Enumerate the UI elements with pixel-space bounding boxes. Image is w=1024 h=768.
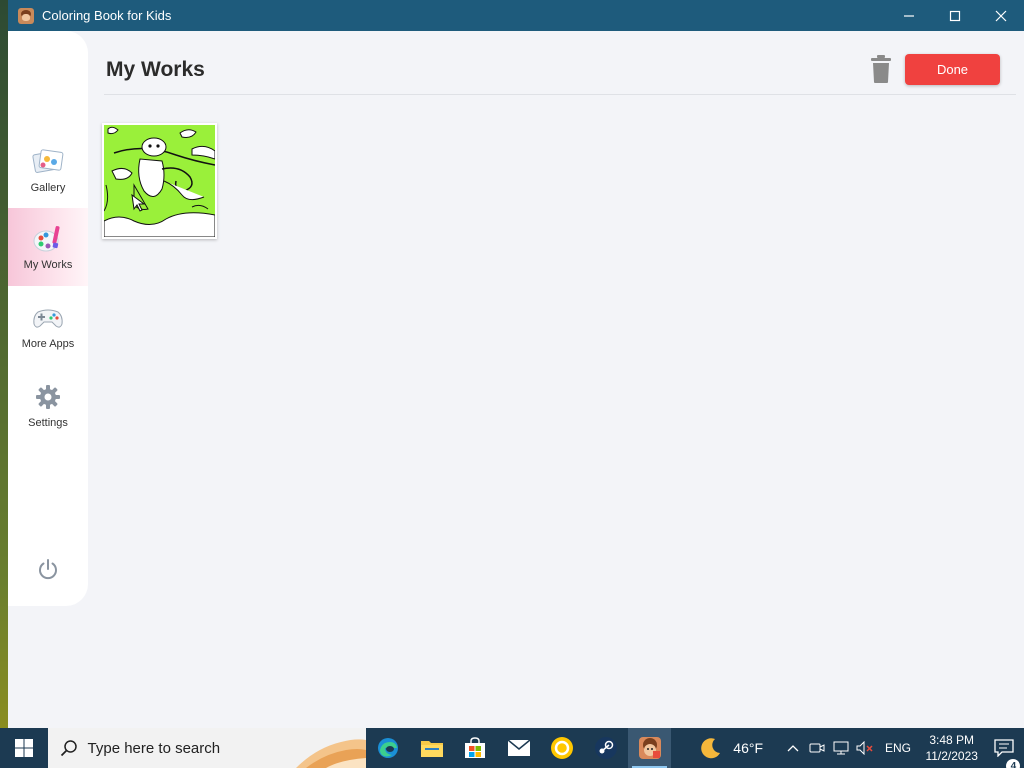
show-hidden-icons-button[interactable] [781,744,805,752]
weather-temperature: 46°F [733,740,764,756]
close-icon [995,10,1007,21]
desktop-background [0,0,8,728]
trash-icon [871,55,891,83]
search-highlight-image [296,739,367,768]
tray-meet-now[interactable] [805,741,829,755]
window-title: Coloring Book for Kids [42,8,172,23]
artwork-image [104,125,215,237]
taskbar-steam[interactable] [584,728,628,768]
start-button[interactable] [0,728,48,768]
gallery-icon [31,146,65,178]
windows-icon [14,739,33,757]
network-icon [833,741,849,755]
system-tray: ENG [781,741,911,755]
video-icon [809,743,825,753]
notification-center-button[interactable]: 4 [984,739,1024,768]
app-logo-icon [18,7,34,24]
sidebar-item-my-works[interactable]: My Works [8,208,88,286]
taskbar-mail[interactable] [497,728,541,768]
store-icon [465,737,486,758]
mail-icon [507,739,531,756]
notification-count-badge: 4 [1006,759,1021,768]
app-window: Coloring Book for Kids Gallery My Works … [8,0,1024,728]
coloring-book-icon [638,737,661,759]
header-divider [104,94,1016,95]
search-placeholder: Type here to search [87,739,221,757]
maximize-icon [949,10,961,21]
notification-icon [994,739,1014,757]
norton-icon [551,737,574,759]
taskbar-search-box[interactable]: Type here to search [47,728,367,768]
taskbar-coloring-book[interactable] [627,728,672,768]
taskbar-store[interactable] [453,728,497,768]
taskbar: Type here to search 46°F ENG 3:48 PM 11/… [0,728,1024,768]
page-title: My Works [106,58,205,81]
gear-icon [31,381,65,413]
taskbar-edge[interactable] [366,728,410,768]
clock-time: 3:48 PM [929,733,975,747]
power-button[interactable] [36,557,60,581]
minimize-icon [904,14,914,17]
clock-date: 11/2/2023 [925,749,978,763]
taskbar-norton[interactable] [541,728,585,768]
sidebar-item-more-apps[interactable]: More Apps [8,287,88,365]
sidebar-item-label: Settings [28,417,68,429]
tray-network[interactable] [829,741,853,755]
edge-icon [378,738,399,758]
clock[interactable]: 3:48 PM 11/2/2023 [919,732,984,764]
weather-widget[interactable]: 46°F [699,736,763,760]
artwork-thumbnail[interactable] [102,123,217,239]
sidebar-item-label: My Works [23,259,73,271]
file-explorer-icon [420,741,443,757]
tray-volume[interactable] [853,741,877,755]
power-icon [39,559,57,580]
gamepad-icon [31,302,65,334]
delete-button[interactable] [870,54,892,84]
sidebar: Gallery My Works More Apps Settings [8,31,88,606]
volume-muted-icon [856,741,873,755]
sidebar-item-settings[interactable]: Settings [8,366,88,444]
sidebar-item-gallery[interactable]: Gallery [8,131,88,209]
taskbar-file-explorer[interactable] [410,728,454,768]
language-indicator[interactable]: ENG [885,741,911,755]
sidebar-item-label: Gallery [30,182,66,194]
chevron-up-icon [787,745,799,752]
sidebar-item-label: More Apps [21,338,75,350]
palette-icon [31,223,65,255]
close-button[interactable] [978,0,1024,31]
title-bar: Coloring Book for Kids [8,0,1024,31]
steam-icon [594,737,617,759]
search-icon [60,740,77,757]
done-button[interactable]: Done [905,54,1000,85]
minimize-button[interactable] [886,0,932,31]
moon-icon [701,738,721,759]
maximize-button[interactable] [932,0,978,31]
